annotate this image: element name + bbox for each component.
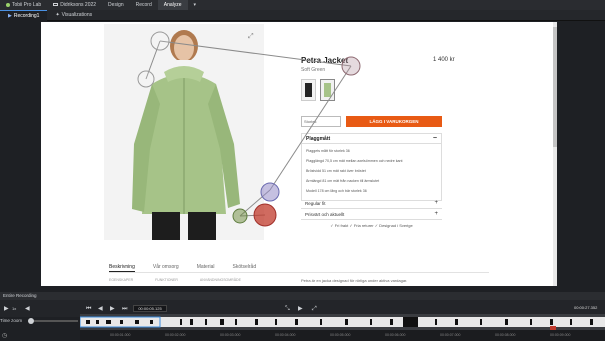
ruler-tick: 00:00:01.000 bbox=[110, 333, 131, 337]
screen-icon bbox=[53, 3, 59, 7]
step-forward-icon[interactable]: ▶ bbox=[110, 305, 115, 313]
color-swatch[interactable] bbox=[301, 79, 316, 101]
add-to-cart-button[interactable]: LÄGG I VARUKORGEN bbox=[346, 116, 442, 127]
tab-recording1[interactable]: ▶ Recording1 bbox=[0, 9, 48, 21]
size-select[interactable]: Storlek bbox=[301, 116, 341, 127]
ruler-tick: 00:00:06.000 bbox=[385, 333, 406, 337]
scrollbar-thumb[interactable] bbox=[553, 27, 557, 147]
tab-design[interactable]: Design bbox=[102, 0, 130, 10]
product-info-tabs: Beskrivning Vår omsorg Material Skötselr… bbox=[109, 262, 489, 273]
timeline-play-icon[interactable]: ▶ bbox=[298, 305, 303, 313]
usp-row: ✓ Fri frakt ✓ Fria returer ✓ Designad i … bbox=[330, 223, 413, 228]
column-heading: FUNKTIONER bbox=[155, 278, 178, 282]
size-guide-header[interactable]: Plaggmått − bbox=[302, 134, 441, 144]
tab-visualizations[interactable]: ✦ Visualizations bbox=[47, 10, 100, 21]
play-icon[interactable]: ▶ bbox=[4, 305, 9, 313]
collapse-icon[interactable]: ⤡ bbox=[285, 305, 290, 313]
skip-forward-icon[interactable]: ⏭ bbox=[122, 305, 127, 313]
vertical-scrollbar[interactable] bbox=[553, 22, 557, 286]
time-zoom-track[interactable] bbox=[34, 320, 78, 322]
size-guide-line: Bröstvidd 51 cm mät rakt över bröstet bbox=[306, 169, 366, 173]
column-heading: EGENSKAPER bbox=[109, 278, 134, 282]
accordion-pricing[interactable]: Prisvärt och aktuellt + bbox=[301, 209, 442, 220]
visualization-icon: ✦ bbox=[55, 11, 60, 18]
tab-analyze[interactable]: Analyze bbox=[157, 0, 188, 10]
size-guide-line: Plaggets mått för storlek 36 bbox=[306, 149, 350, 153]
timeline-ruler: 00:00:01.000 00:00:02.000 00:00:03.000 0… bbox=[80, 330, 605, 341]
tobii-pro-lab-window: Tobii Pro Lab Didriksons 2022 Design Rec… bbox=[0, 0, 605, 341]
ruler-tick: 00:00:07.000 bbox=[440, 333, 461, 337]
ruler-tick: 00:00:09.000 bbox=[550, 333, 571, 337]
size-guide-line: Ärmlängd 81 cm mät från nacken till ärms… bbox=[306, 179, 380, 183]
ruler-tick: 00:00:03.000 bbox=[220, 333, 241, 337]
column-heading: ANVÄNDNINGSOMRÅDE bbox=[199, 278, 241, 282]
size-guide-panel: Plaggmått − Plaggets mått för storlek 36… bbox=[301, 133, 442, 201]
tobii-logo-icon bbox=[6, 2, 10, 7]
tab-care[interactable]: Vår omsorg bbox=[153, 262, 179, 272]
size-guide-line: Modell 178 cm lång och bär storlek 36 bbox=[306, 189, 367, 193]
tab-material[interactable]: Material bbox=[197, 262, 215, 272]
timeline-tracks[interactable] bbox=[79, 314, 605, 330]
product-description: Petra är en jacka designad för rörliga u… bbox=[301, 278, 408, 283]
speed-label[interactable]: 1x bbox=[12, 305, 16, 313]
ruler-tick: 00:00:08.000 bbox=[495, 333, 516, 337]
current-time-display[interactable]: 00:00:05.125 bbox=[133, 305, 167, 312]
tab-dropdown-chevron-icon[interactable]: ▾ bbox=[188, 0, 203, 10]
tab-washing[interactable]: Skötselråd bbox=[233, 262, 257, 272]
product-image[interactable] bbox=[104, 24, 264, 240]
ruler-tick: 00:00:04.000 bbox=[275, 333, 296, 337]
skip-back-icon[interactable]: ⏮ bbox=[86, 305, 91, 313]
total-time-display: 00:00:27.352 bbox=[574, 305, 598, 310]
title-bar: Tobii Pro Lab Didriksons 2022 Design Rec… bbox=[0, 0, 605, 10]
timeline-header: Entire Recording bbox=[0, 292, 605, 300]
ruler-tick: 00:00:05.000 bbox=[330, 333, 351, 337]
ruler-tick: 00:00:02.000 bbox=[165, 333, 186, 337]
accordion-regular-fit[interactable]: Regular fit + bbox=[301, 198, 442, 209]
tab-record[interactable]: Record bbox=[130, 0, 158, 10]
expand-image-icon[interactable]: ⤢ bbox=[248, 33, 256, 41]
product-price: 1 400 kr bbox=[433, 57, 455, 63]
clock-icon: ◷ bbox=[2, 333, 8, 339]
plus-icon: + bbox=[434, 200, 438, 206]
time-zoom-slider-handle[interactable] bbox=[28, 318, 34, 324]
play-icon: ▶ bbox=[8, 12, 12, 19]
size-guide-line: Plagglängd 70,5 cm mät mellan axelsömmen… bbox=[306, 159, 403, 163]
plus-icon: + bbox=[434, 211, 438, 217]
time-zoom-label: Time zoom bbox=[0, 318, 23, 323]
volume-icon[interactable]: ◀ bbox=[25, 305, 30, 313]
tab-project[interactable]: Didriksons 2022 bbox=[47, 0, 102, 10]
tab-description[interactable]: Beskrivning bbox=[109, 262, 135, 272]
product-name: Petra Jacket bbox=[301, 56, 349, 65]
step-back-icon[interactable]: ◀ bbox=[98, 305, 103, 313]
expand-icon[interactable]: ⤢ bbox=[312, 305, 317, 313]
collapse-minus-icon[interactable]: − bbox=[433, 134, 437, 144]
color-swatch[interactable] bbox=[320, 79, 335, 101]
analysis-subbar: ▶ Recording1 ✦ Visualizations bbox=[0, 9, 605, 21]
product-color: Soft Green bbox=[301, 67, 326, 73]
recording-stimulus-view[interactable]: ⤢ Petra Jacket Soft Green 1 400 kr Storl… bbox=[41, 22, 557, 286]
app-title: Tobii Pro Lab bbox=[0, 0, 47, 10]
